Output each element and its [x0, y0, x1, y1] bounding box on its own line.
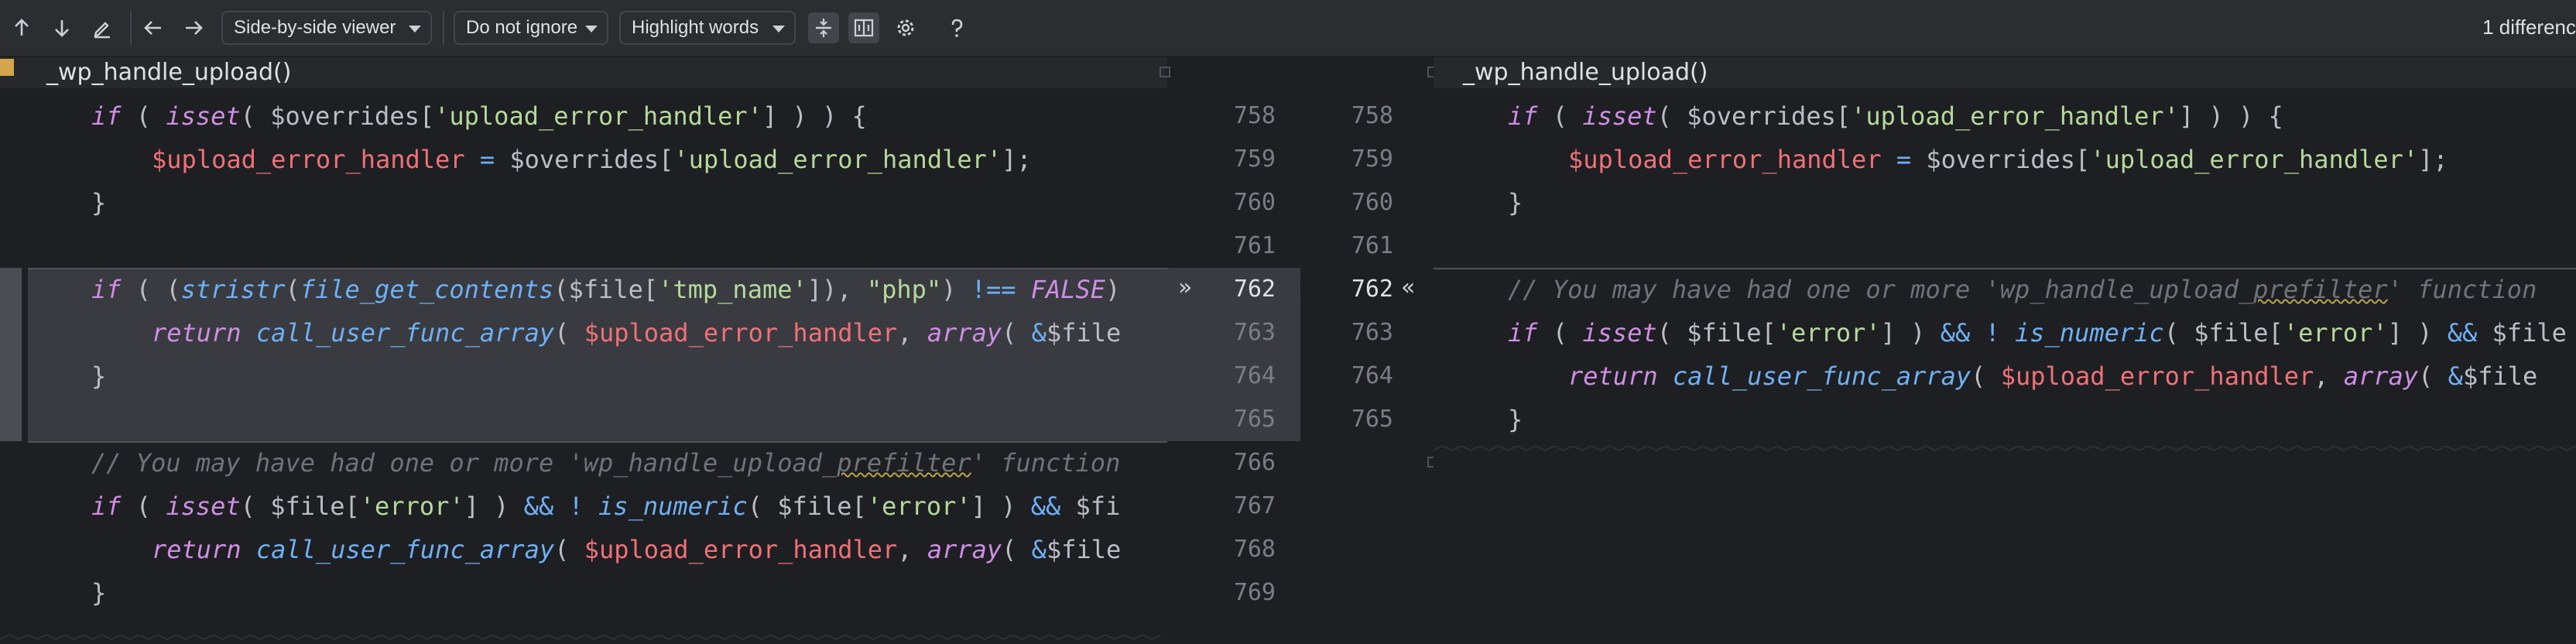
code-line: }: [91, 361, 107, 391]
line-number: 765: [1233, 406, 1276, 433]
code-line: if ( isset( $file['error'] ) && ! is_num…: [1508, 318, 2567, 348]
line-number: 760: [1351, 189, 1393, 216]
right-editor-pane[interactable]: _wp_handle_upload() if ( isset( $overrid…: [1434, 57, 2576, 644]
chevron-down-icon: [585, 26, 598, 33]
line-number: 765: [1351, 406, 1393, 433]
highlight-mode-dropdown[interactable]: Highlight words: [619, 11, 796, 45]
line-number: 761: [1351, 232, 1393, 259]
code-line: // You may have had one or more 'wp_hand…: [91, 448, 1121, 478]
next-difference-icon[interactable]: [48, 14, 76, 42]
help-icon[interactable]: [943, 14, 971, 42]
code-line: return call_user_func_array( $upload_err…: [1568, 361, 2538, 391]
line-number: 758: [1233, 102, 1276, 129]
line-number: 758: [1351, 102, 1393, 129]
difference-count: 1 differenc: [2482, 15, 2576, 39]
line-number: 769: [1233, 579, 1276, 606]
change-marker: [0, 59, 14, 76]
line-number: 760: [1233, 189, 1276, 216]
code-line: }: [91, 578, 107, 608]
line-number: 761: [1233, 232, 1276, 259]
code-line: if ( isset( $overrides['upload_error_han…: [91, 101, 867, 131]
previous-difference-icon[interactable]: [8, 14, 36, 42]
viewer-mode-dropdown[interactable]: Side-by-side viewer: [221, 11, 432, 45]
line-number: 764: [1233, 362, 1276, 389]
line-number: 762: [1351, 276, 1393, 303]
code-line: $upload_error_handler = $overrides['uplo…: [1568, 145, 2448, 174]
line-number: 763: [1233, 319, 1276, 346]
left-change-scroll-marker: [0, 268, 22, 441]
highlight-mode-label: Highlight words: [632, 17, 759, 38]
ignore-whitespace-dropdown[interactable]: Do not ignore: [454, 11, 608, 45]
line-number: 763: [1351, 319, 1393, 346]
line-number: 764: [1351, 362, 1393, 389]
apply-right-to-left-icon[interactable]: «: [1401, 274, 1415, 301]
back-arrow-icon[interactable]: [139, 14, 167, 42]
left-editor-pane[interactable]: _wp_handle_upload() if ( isset( $overrid…: [0, 57, 1167, 644]
code-line: return call_user_func_array( $upload_err…: [152, 535, 1122, 564]
right-line-number-gutter: 758 759 760 761 762 763 764 765 «: [1300, 57, 1438, 644]
line-number: 759: [1233, 146, 1276, 173]
line-number: 759: [1351, 146, 1393, 173]
line-number: 762: [1233, 276, 1276, 303]
right-breadcrumb[interactable]: _wp_handle_upload(): [1463, 57, 1708, 88]
diff-toolbar: Side-by-side viewer Do not ignore Highli…: [0, 0, 2576, 57]
code-line: if ( isset( $file['error'] ) && ! is_num…: [91, 492, 1121, 521]
edit-source-icon[interactable]: [88, 14, 116, 42]
code-line: }: [91, 188, 107, 218]
settings-gear-icon[interactable]: [892, 14, 920, 42]
diff-editor: _wp_handle_upload() if ( isset( $overrid…: [0, 57, 2576, 644]
chevron-down-icon: [772, 26, 785, 33]
line-number: 767: [1233, 492, 1276, 519]
code-line: }: [1508, 188, 1523, 218]
code-line: if ( isset( $overrides['upload_error_han…: [1508, 101, 2283, 131]
toolbar-separator: [443, 11, 444, 45]
code-line: // You may have had one or more 'wp_hand…: [1508, 275, 2537, 304]
line-number: 768: [1233, 536, 1276, 563]
toolbar-separator: [130, 11, 132, 45]
code-line: if ( (stristr(file_get_contents($file['t…: [91, 275, 1121, 304]
code-line: return call_user_func_array( $upload_err…: [152, 318, 1122, 348]
folded-region-indicator: [0, 635, 1162, 641]
left-line-number-gutter: » 758 759 760 761 762 763 764 765 766 76…: [1160, 57, 1299, 644]
code-line: }: [1508, 405, 1523, 434]
fold-marker-icon[interactable]: [1160, 67, 1170, 77]
left-breadcrumb[interactable]: _wp_handle_upload(): [46, 57, 291, 88]
collapse-unchanged-toggle-icon[interactable]: [808, 12, 839, 43]
folded-region-indicator: [1434, 446, 2576, 452]
viewer-mode-label: Side-by-side viewer: [234, 17, 396, 38]
forward-arrow-icon[interactable]: [180, 14, 207, 42]
line-number: 766: [1233, 449, 1276, 476]
ignore-whitespace-label: Do not ignore: [466, 17, 578, 38]
chevron-down-icon: [409, 26, 421, 33]
sync-scroll-toggle-icon[interactable]: [848, 12, 879, 43]
code-line: $upload_error_handler = $overrides['uplo…: [152, 145, 1032, 174]
